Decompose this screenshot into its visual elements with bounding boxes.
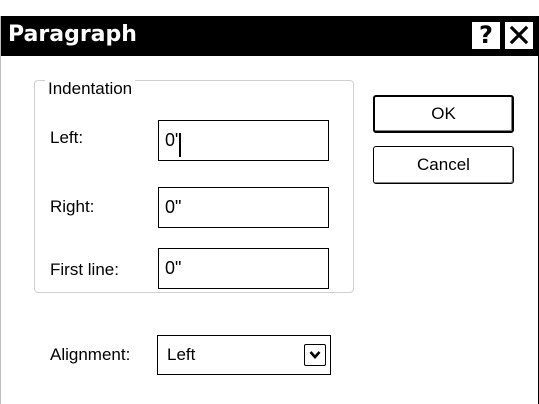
text-caret [179, 133, 181, 157]
alignment-selected-value: Left [167, 345, 196, 364]
dialog-title: Paragraph [8, 22, 137, 47]
title-bar[interactable]: Paragraph ? [1, 16, 538, 56]
left-label: Left: [50, 128, 84, 147]
alignment-select[interactable]: Left [157, 335, 331, 375]
right-indent-input[interactable] [158, 187, 329, 228]
close-button[interactable] [504, 21, 534, 50]
first-line-label: First line: [50, 260, 119, 279]
first-line-indent-input[interactable] [158, 248, 329, 289]
chevron-down-icon [309, 351, 321, 359]
alignment-label: Alignment: [50, 345, 131, 364]
close-x-icon [509, 25, 529, 45]
ok-button[interactable]: OK [373, 95, 514, 133]
help-button[interactable]: ? [471, 21, 501, 50]
question-mark-icon: ? [479, 21, 493, 49]
right-label: Right: [50, 197, 95, 216]
cancel-button[interactable]: Cancel [373, 146, 514, 184]
left-indent-input[interactable] [158, 120, 329, 161]
indentation-legend: Indentation [45, 79, 136, 99]
dropdown-button[interactable] [304, 344, 326, 366]
